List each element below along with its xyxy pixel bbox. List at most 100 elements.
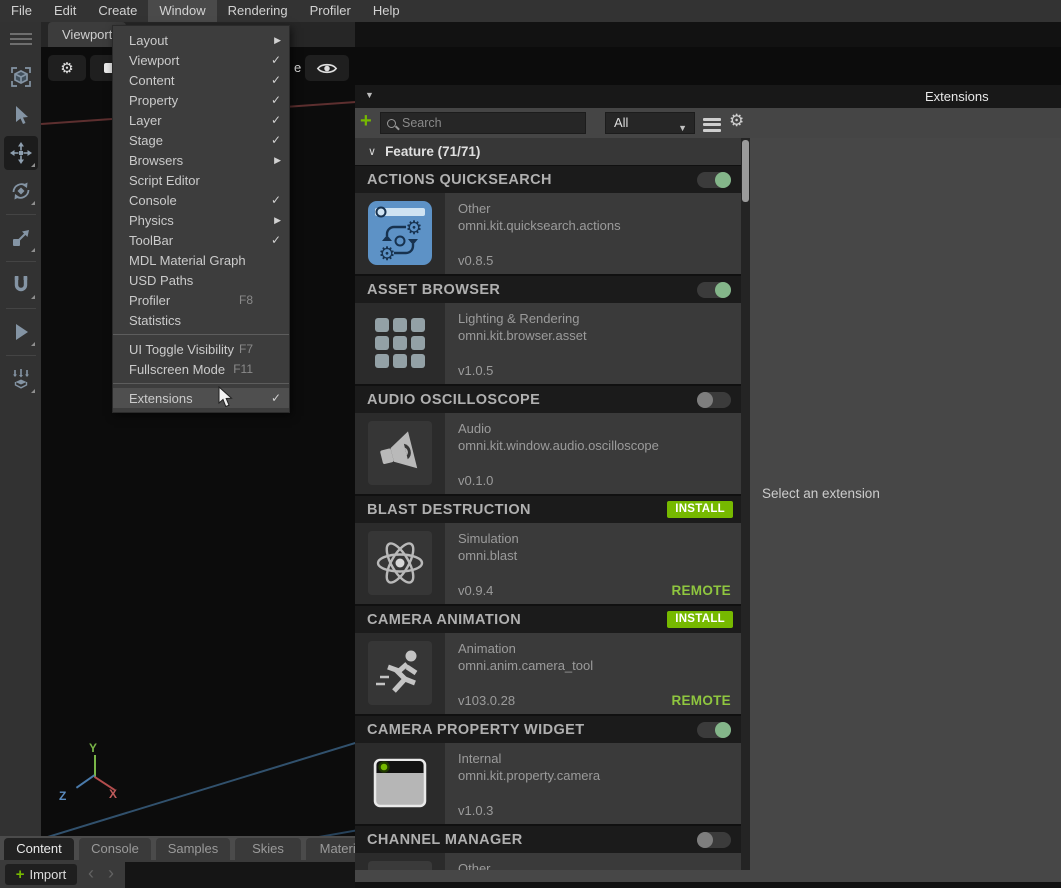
install-button[interactable]: INSTALL xyxy=(667,501,733,518)
install-button[interactable]: INSTALL xyxy=(667,611,733,628)
toolbar-divider xyxy=(6,308,36,309)
extension-toggle[interactable] xyxy=(697,282,731,298)
extension-id: omni.blast xyxy=(458,547,741,564)
add-extension-button[interactable]: + xyxy=(360,110,372,133)
extension-version: v0.1.0 xyxy=(458,473,493,488)
extension-version: v0.9.4 xyxy=(458,583,493,598)
chevron-down-icon: ▼ xyxy=(678,118,687,138)
extension-toggle[interactable] xyxy=(697,832,731,848)
select-tool-button[interactable] xyxy=(4,60,38,94)
submenu-arrow-icon: ▶ xyxy=(267,35,281,46)
panel-caret-icon[interactable]: ▼ xyxy=(365,90,374,100)
extension-category: Internal xyxy=(458,750,741,767)
scale-tool-button[interactable] xyxy=(4,221,38,255)
check-icon: ✓ xyxy=(267,391,281,405)
menu-item-stage[interactable]: Stage✓ xyxy=(113,130,289,150)
menu-item-script-editor[interactable]: Script Editor xyxy=(113,170,289,190)
menu-rendering[interactable]: Rendering xyxy=(217,0,299,22)
physics-tool-button[interactable] xyxy=(4,362,38,396)
tab-skies[interactable]: Skies xyxy=(235,838,301,860)
menu-item-layer[interactable]: Layer✓ xyxy=(113,110,289,130)
extension-name: ASSET BROWSER xyxy=(367,282,697,298)
gizmo-y-label: Y xyxy=(89,741,97,755)
menu-item-browsers[interactable]: Browsers▶ xyxy=(113,150,289,170)
gizmo-x-label: X xyxy=(109,787,117,801)
options-menu-button[interactable] xyxy=(703,115,721,134)
tab-samples[interactable]: Samples xyxy=(156,838,230,860)
tab-content[interactable]: Content xyxy=(4,838,74,860)
extension-card[interactable]: CHANNEL MANAGER Other xyxy=(355,826,741,870)
tab-console[interactable]: Console xyxy=(79,838,151,860)
play-button[interactable] xyxy=(4,315,38,349)
extension-details-pane: Select an extension xyxy=(750,138,1061,882)
menu-item-layout[interactable]: Layout▶ xyxy=(113,30,289,50)
search-box[interactable] xyxy=(380,112,586,134)
menu-item-content[interactable]: Content✓ xyxy=(113,70,289,90)
gizmo-z-axis xyxy=(76,774,95,788)
eye-icon xyxy=(316,61,338,76)
filter-dropdown[interactable]: All ▼ xyxy=(605,112,695,134)
extensions-titlebar[interactable]: ▼ Extensions xyxy=(355,85,1061,108)
extension-id: omni.anim.camera_tool xyxy=(458,657,741,674)
menu-file[interactable]: File xyxy=(0,0,43,22)
rotate-tool-button[interactable] xyxy=(4,174,38,208)
menu-create[interactable]: Create xyxy=(87,0,148,22)
viewport-visibility-button[interactable] xyxy=(305,55,349,81)
extension-card[interactable]: AUDIO OSCILLOSCOPE Audio omni.kit.window… xyxy=(355,386,741,494)
menu-window[interactable]: Window xyxy=(148,0,216,22)
move-tool-button[interactable] xyxy=(4,136,38,170)
check-icon: ✓ xyxy=(267,193,281,207)
menu-item-profiler[interactable]: ProfilerF8 xyxy=(113,290,289,310)
extension-category: Other xyxy=(458,200,741,217)
extension-toggle[interactable] xyxy=(697,392,731,408)
toolbar-drag-handle-icon[interactable] xyxy=(10,30,32,48)
extension-category: Lighting & Rendering xyxy=(458,310,741,327)
path-field[interactable] xyxy=(125,862,355,888)
menu-item-property[interactable]: Property✓ xyxy=(113,90,289,110)
search-input[interactable] xyxy=(402,116,562,130)
menu-item-toolbar[interactable]: ToolBar✓ xyxy=(113,230,289,250)
play-icon xyxy=(9,320,33,344)
menu-item-fullscreen-mode[interactable]: Fullscreen ModeF11 xyxy=(113,359,289,379)
extensions-scrollbar[interactable] xyxy=(741,138,750,870)
viewport-settings-button[interactable]: ⚙ xyxy=(48,55,86,81)
extension-name: CAMERA PROPERTY WIDGET xyxy=(367,722,697,738)
extension-toggle[interactable] xyxy=(697,722,731,738)
extension-version: v1.0.5 xyxy=(458,363,493,378)
extension-id: omni.kit.window.audio.oscilloscope xyxy=(458,437,741,454)
menu-edit[interactable]: Edit xyxy=(43,0,87,22)
extension-card[interactable]: CAMERA ANIMATION INSTALL Animation omni.… xyxy=(355,606,741,714)
cursor-tool-button[interactable] xyxy=(4,98,38,132)
import-button[interactable]: + Import xyxy=(5,864,77,885)
scrollbar-thumb[interactable] xyxy=(742,140,749,202)
menu-profiler[interactable]: Profiler xyxy=(299,0,362,22)
menu-item-ui-toggle-visibility[interactable]: UI Toggle VisibilityF7 xyxy=(113,339,289,359)
menu-item-physics[interactable]: Physics▶ xyxy=(113,210,289,230)
extension-toggle[interactable] xyxy=(697,172,731,188)
menu-item-viewport[interactable]: Viewport✓ xyxy=(113,50,289,70)
menu-item-statistics[interactable]: Statistics xyxy=(113,310,289,330)
settings-gear-icon[interactable]: ⚙ xyxy=(729,111,744,131)
check-icon: ✓ xyxy=(267,73,281,87)
menu-separator xyxy=(113,334,289,335)
submenu-arrow-icon: ▶ xyxy=(267,155,281,166)
feature-section-header[interactable]: ∨ Feature (71/71) xyxy=(355,138,741,165)
extension-card[interactable]: BLAST DESTRUCTION INSTALL Simulation omn… xyxy=(355,496,741,604)
extension-card[interactable]: ACTIONS QUICKSEARCH ⚙⚙ Other omni.kit.qu… xyxy=(355,166,741,274)
extension-card[interactable]: CAMERA PROPERTY WIDGET Internal omni.kit… xyxy=(355,716,741,824)
menu-item-usd-paths[interactable]: USD Paths xyxy=(113,270,289,290)
magnet-icon xyxy=(9,273,33,297)
menu-item-mdl-material-graph[interactable]: MDL Material Graph xyxy=(113,250,289,270)
forward-icon[interactable]: › xyxy=(108,863,114,884)
extensions-tab-title[interactable]: Extensions xyxy=(925,85,989,108)
extension-card[interactable]: ASSET BROWSER Lighting & Rendering omni.… xyxy=(355,276,741,384)
menu-item-extensions[interactable]: Extensions✓ xyxy=(113,388,289,408)
snap-tool-button[interactable] xyxy=(4,268,38,302)
gizmo-y-axis xyxy=(94,755,96,777)
cursor-icon xyxy=(9,103,33,127)
back-icon[interactable]: ‹ xyxy=(88,863,94,884)
menu-item-console[interactable]: Console✓ xyxy=(113,190,289,210)
camera-name-text[interactable]: e xyxy=(294,60,301,75)
extension-category: Simulation xyxy=(458,530,741,547)
menu-help[interactable]: Help xyxy=(362,0,411,22)
